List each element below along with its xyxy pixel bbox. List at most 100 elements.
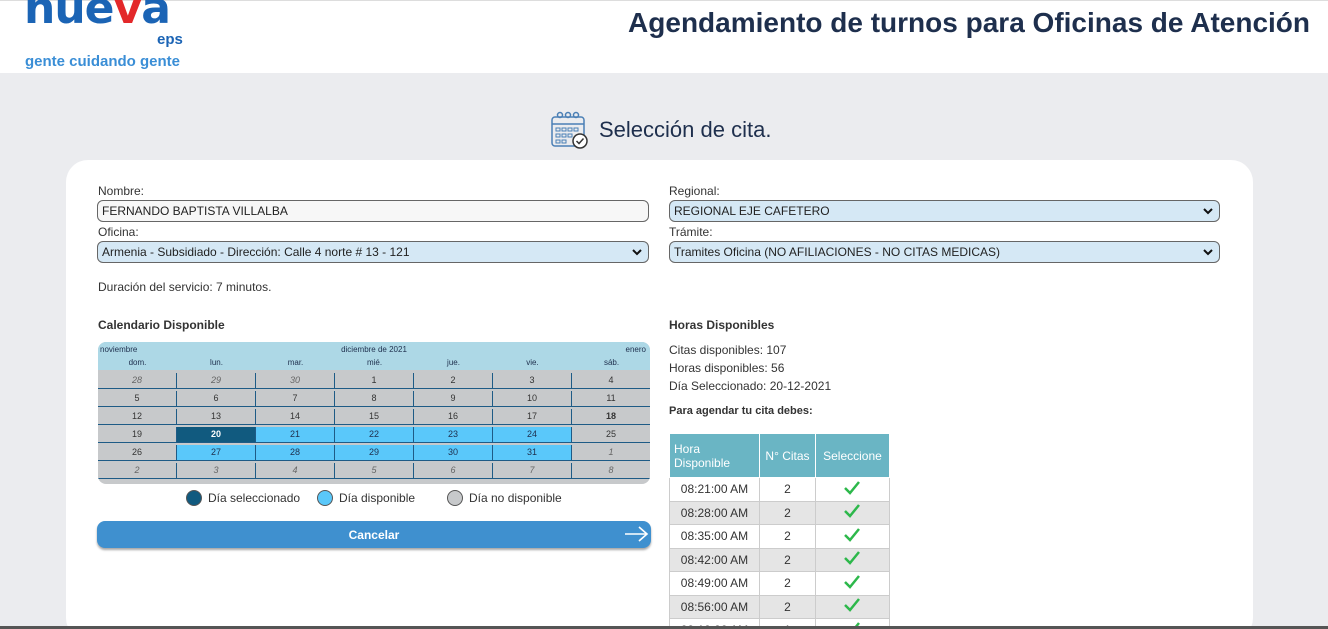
arrow-right-icon	[625, 526, 649, 542]
section-heading: Selección de cita.	[550, 110, 771, 150]
dia-seleccionado: Día Seleccionado: 20-12-2021	[669, 379, 832, 393]
calendar-day: 16	[414, 409, 493, 425]
tramite-value: Tramites Oficina (NO AFILIACIONES - NO C…	[674, 245, 1001, 259]
tramite-label: Trámite:	[669, 225, 713, 239]
col-hora: Hora Disponible	[669, 433, 760, 478]
select-slot[interactable]	[814, 477, 891, 502]
row-citas: 2	[759, 477, 816, 502]
calendar-day: 14	[256, 409, 335, 425]
nueva-eps-logo[interactable]: nueva eps gente cuidando gente	[24, 0, 204, 73]
regional-select[interactable]: REGIONAL EJE CAFETERO	[669, 200, 1220, 222]
page-scrollbar[interactable]	[1320, 73, 1328, 629]
section-title: Selección de cita.	[599, 117, 772, 142]
calendar-day: 7	[493, 463, 572, 479]
calendar-day-available[interactable]: 22	[335, 427, 414, 443]
calendar-day: 28	[98, 373, 177, 389]
regional-label: Regional:	[669, 184, 720, 198]
cancel-button[interactable]: Cancelar	[97, 521, 651, 548]
check-icon[interactable]	[844, 598, 861, 613]
row-hora: 08:35:00 AM	[669, 524, 760, 549]
hours-table: Hora Disponible N° Citas Seleccione 08:2…	[669, 433, 891, 629]
check-icon[interactable]	[844, 551, 861, 566]
select-slot[interactable]	[814, 500, 891, 525]
logo-eps: eps	[157, 31, 183, 48]
calendar-day: 25	[572, 427, 650, 443]
select-slot[interactable]	[814, 547, 891, 572]
logo-tagline: gente cuidando gente	[25, 53, 181, 70]
hours-heading: Horas Disponibles	[669, 318, 775, 332]
check-icon[interactable]	[844, 527, 861, 542]
legend-unavailable-label: Día no disponible	[469, 491, 562, 505]
app-title: Agendamiento de turnos para Oficinas de …	[628, 7, 1310, 38]
table-row: 08:35:00 AM 2	[669, 524, 891, 549]
calendar-next-month[interactable]: enero	[626, 345, 646, 354]
col-citas: N° Citas	[759, 433, 816, 478]
calendar-day-available[interactable]: 21	[256, 427, 335, 443]
calendar-day: 30	[256, 373, 335, 389]
regional-value: REGIONAL EJE CAFETERO	[674, 204, 830, 218]
row-hora: 08:56:00 AM	[669, 594, 760, 619]
calendar-day-available[interactable]: 31	[493, 445, 572, 461]
calendar-day: 3	[177, 463, 256, 479]
calendar-day: 6	[177, 391, 256, 407]
calendar-day: 1	[572, 445, 650, 461]
weekday-label: sáb.	[603, 358, 620, 367]
calendar-header: diciembre de 2021 noviembre enero dom. l…	[98, 342, 650, 370]
calendar-day: 13	[177, 409, 256, 425]
calendar-day: 5	[335, 463, 414, 479]
calendar-prev-month[interactable]: noviembre	[100, 345, 137, 354]
table-row: 08:42:00 AM 2	[669, 547, 891, 572]
calendar-day: 26	[98, 445, 177, 461]
select-slot[interactable]	[814, 594, 891, 619]
oficina-label: Oficina:	[98, 225, 139, 239]
calendar-day: 3	[493, 373, 572, 389]
calendar-day-selected[interactable]: 20	[177, 427, 256, 443]
legend-available: Día disponible	[317, 490, 415, 506]
service-duration: Duración del servicio: 7 minutos.	[98, 280, 272, 294]
calendar-day: 1	[335, 373, 414, 389]
appointment-card: Nombre: FERNANDO BAPTISTA VILLALBA Regio…	[66, 160, 1253, 629]
oficina-value: Armenia - Subsidiado - Dirección: Calle …	[102, 245, 410, 259]
chevron-down-icon	[1203, 249, 1213, 256]
row-citas: 2	[759, 571, 816, 596]
weekday-label: dom.	[128, 358, 147, 367]
calendar-day: 6	[414, 463, 493, 479]
check-icon[interactable]	[844, 504, 861, 519]
legend-dot-available	[317, 490, 333, 506]
tramite-select[interactable]: Tramites Oficina (NO AFILIACIONES - NO C…	[669, 241, 1220, 263]
select-slot[interactable]	[814, 524, 891, 549]
calendar-day: 8	[335, 391, 414, 407]
calendar-day-available[interactable]: 29	[335, 445, 414, 461]
row-citas: 2	[759, 547, 816, 572]
calendar-day-available[interactable]: 24	[493, 427, 572, 443]
table-row: 08:21:00 AM 2	[669, 477, 891, 502]
legend-dot-selected	[186, 490, 202, 506]
row-citas: 2	[759, 594, 816, 619]
check-icon[interactable]	[844, 574, 861, 589]
oficina-select[interactable]: Armenia - Subsidiado - Dirección: Calle …	[97, 241, 649, 263]
cancel-button-label: Cancelar	[348, 527, 400, 542]
row-hora: 08:28:00 AM	[669, 500, 760, 525]
col-seleccione: Seleccione	[814, 433, 891, 478]
calendar-day: 4	[572, 373, 650, 389]
page-header: nueva eps gente cuidando gente Agendamie…	[0, 0, 1328, 73]
legend-available-label: Día disponible	[339, 491, 416, 505]
calendar-day: 19	[98, 427, 177, 443]
calendar-day-available[interactable]: 23	[414, 427, 493, 443]
check-icon[interactable]	[844, 480, 861, 495]
row-citas: 2	[759, 500, 816, 525]
calendar-day: 2	[414, 373, 493, 389]
calendar-day: 8	[572, 463, 650, 479]
calendar-day-available[interactable]: 27	[177, 445, 256, 461]
legend-selected: Día seleccionado	[186, 490, 300, 506]
weekday-label: mié.	[366, 358, 383, 367]
chevron-down-icon	[1203, 208, 1213, 215]
calendar-heading: Calendario Disponible	[98, 318, 225, 332]
calendar-day: 29	[177, 373, 256, 389]
table-row: 08:49:00 AM 2	[669, 571, 891, 596]
select-slot[interactable]	[814, 571, 891, 596]
calendar-day: 12	[98, 409, 177, 425]
calendar-day-available[interactable]: 28	[256, 445, 335, 461]
nombre-field[interactable]: FERNANDO BAPTISTA VILLALBA	[97, 200, 649, 222]
calendar-day-available[interactable]: 30	[414, 445, 493, 461]
